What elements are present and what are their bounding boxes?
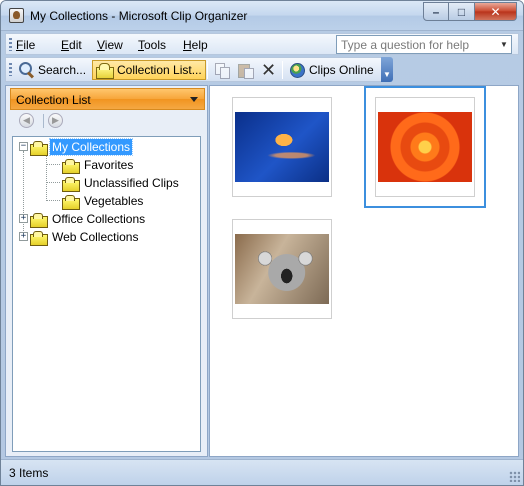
tree-item-web-collections[interactable]: Web Collections [30,228,140,246]
search-icon [19,62,35,78]
folder-icon [62,176,80,192]
folder-icon [30,230,48,246]
standard-toolbar: Search... Collection List... ✕ Clips Onl… [5,57,387,82]
clips-online-button[interactable]: Clips Online [287,60,377,80]
nav-separator [43,114,44,128]
back-arrow-icon: ◀ [23,115,30,125]
tree-item-label: My Collections [48,138,134,156]
delete-button[interactable]: ✕ [258,60,279,80]
menu-file-label: ile [23,38,36,52]
tree-item-favorites[interactable]: Favorites [62,156,135,174]
jellyfish-image [235,112,329,182]
collection-list-button-label: Collection List... [117,63,202,77]
search-button-label: Search... [38,63,87,77]
window-title: My Collections - Microsoft Clip Organize… [30,9,248,23]
menu-bar: File Edit View Tools Help Type a questio… [5,33,519,55]
pane-title: Collection List [16,93,91,107]
tree-connector [46,200,60,201]
clip-thumbnail-jellyfish[interactable] [232,97,332,197]
koala-image [235,234,329,304]
menu-edit[interactable]: Edit [61,38,82,52]
tree-connector [23,151,24,241]
collection-list-pane: Collection List ◀ ▶ − My Collections Fav… [5,85,208,457]
menu-tools-label: ools [144,38,167,52]
menu-view-label: iew [104,38,123,52]
folder-icon [62,194,80,210]
paste-button[interactable] [234,60,256,80]
tree-item-vegetables[interactable]: Vegetables [62,192,145,210]
menu-edit-label: dit [69,38,82,52]
menu-file[interactable]: File [16,38,35,52]
pane-title-bar[interactable]: Collection List [10,88,205,110]
toolbar-options-button[interactable]: ▼ [381,57,393,82]
chevron-down-icon[interactable] [190,97,198,102]
copy-button[interactable] [211,60,233,80]
title-bar[interactable]: My Collections - Microsoft Clip Organize… [1,1,523,31]
folder-icon [62,158,80,174]
close-button[interactable]: ✕ [475,2,517,21]
tree-item-office-collections[interactable]: Office Collections [30,210,147,228]
help-search-input[interactable]: Type a question for help ▼ [336,35,512,54]
forward-button[interactable]: ▶ [48,113,63,128]
toolbar-separator [282,61,283,79]
clip-organizer-window: My Collections - Microsoft Clip Organize… [0,0,524,486]
tree-item-label: Unclassified Clips [84,176,179,190]
copy-icon [214,62,230,79]
resize-grip-icon[interactable] [509,471,520,482]
help-search-placeholder: Type a question for help [341,38,470,52]
folder-icon [96,62,114,79]
forward-arrow-icon: ▶ [52,115,59,125]
toolbar-separator [207,61,208,79]
expand-toggle[interactable]: + [19,232,28,241]
collapse-toggle[interactable]: − [19,142,28,151]
menu-help-accesskey: H [183,38,192,52]
delete-icon: ✕ [261,60,277,80]
paste-icon [237,62,254,79]
clips-online-button-label: Clips Online [309,63,374,77]
tree-item-unclassified-clips[interactable]: Unclassified Clips [62,174,181,192]
chevron-down-icon[interactable]: ▼ [497,36,511,53]
menu-help[interactable]: Help [183,38,208,52]
menu-grip-handle[interactable] [9,38,12,51]
folder-icon [30,140,48,156]
flower-image [378,112,472,182]
tree-connector [46,182,60,183]
tree-connector [46,154,47,201]
tree-item-label: Favorites [84,158,134,172]
clip-thumbnail-flower[interactable] [364,86,486,208]
tree-item-label: Vegetables [84,194,144,208]
back-button[interactable]: ◀ [19,113,34,128]
expand-toggle[interactable]: + [19,214,28,223]
minimize-button[interactable]: – [423,2,449,21]
menu-help-label: elp [191,38,208,52]
status-bar: 3 Items [1,459,523,485]
maximize-button[interactable]: □ [449,2,475,21]
tree-connector [46,164,60,165]
menu-view[interactable]: View [97,38,123,52]
item-count: 3 Items [9,466,49,480]
menu-view-accesskey: V [97,38,105,52]
clip-thumbnail-koala[interactable] [232,219,332,319]
globe-icon [290,62,305,78]
folder-icon [30,212,48,228]
search-button[interactable]: Search... [16,60,89,80]
tree-item-label: Web Collections [52,230,139,244]
clip-gallery[interactable] [209,85,519,457]
menu-tools[interactable]: Tools [138,38,166,52]
toolbar-grip-handle[interactable] [9,63,12,76]
menu-edit-accesskey: E [61,38,70,52]
window-controls: – □ ✕ [423,2,517,21]
collection-list-button[interactable]: Collection List... [92,60,206,80]
app-icon[interactable] [9,8,24,23]
collection-tree[interactable]: − My Collections Favorites Unclassified … [12,136,201,452]
tree-item-my-collections[interactable]: My Collections [30,138,134,156]
tree-item-label: Office Collections [52,212,146,226]
